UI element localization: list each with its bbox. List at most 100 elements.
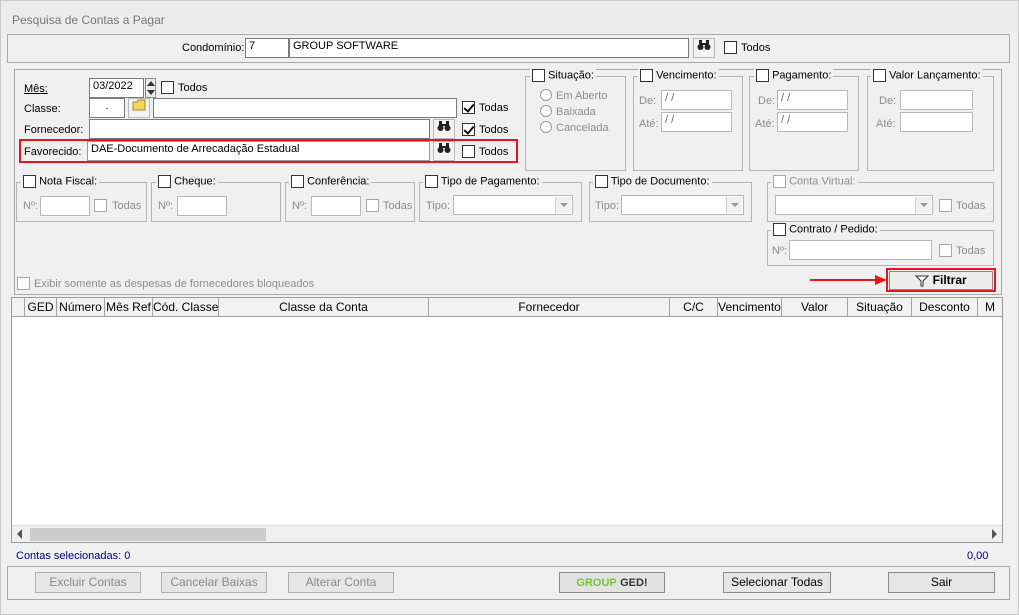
mes-spinner[interactable]: [145, 78, 156, 98]
grid-header: GED Número Mês Ref Cód. Classe Classe da…: [12, 298, 1002, 317]
cheque-checkbox[interactable]: [158, 175, 171, 188]
nota-fiscal-input[interactable]: [40, 196, 90, 216]
contrato-checkbox[interactable]: [773, 223, 786, 236]
contrato-title-text: Contrato / Pedido:: [789, 223, 878, 236]
scroll-thumb[interactable]: [30, 528, 266, 541]
situacao-option-2: Cancelada: [556, 122, 609, 134]
grid-col-cod-classe[interactable]: Cód. Classe: [153, 298, 219, 316]
situacao-title-text: Situação:: [548, 69, 594, 82]
binoculars-icon[interactable]: [433, 141, 455, 161]
vencimento-ate-input[interactable]: / /: [661, 112, 732, 132]
situacao-radio-baixada[interactable]: [540, 105, 552, 117]
contrato-todas-checkbox[interactable]: [939, 244, 952, 257]
classe-name-input[interactable]: [153, 98, 457, 118]
bloqueados-checkbox[interactable]: [17, 277, 30, 290]
conferencia-checkbox[interactable]: [291, 175, 304, 188]
favorecido-todos-label: Todos: [479, 146, 509, 158]
vencimento-de-input[interactable]: / /: [661, 90, 732, 110]
fornecedor-input[interactable]: [89, 119, 430, 139]
conferencia-todas-label: Todas: [383, 200, 413, 212]
pagamento-checkbox[interactable]: [756, 69, 769, 82]
selecionar-todas-button[interactable]: Selecionar Todas: [723, 572, 831, 593]
grid-col-situacao[interactable]: Situação: [848, 298, 912, 316]
situacao-radio-em-aberto[interactable]: [540, 89, 552, 101]
grid-col-m[interactable]: M: [978, 298, 1002, 316]
mes-input[interactable]: 03/2022: [89, 78, 144, 98]
situacao-radio-cancelada[interactable]: [540, 121, 552, 133]
grid-col-cc[interactable]: C/C: [670, 298, 718, 316]
grid-col-vencimento[interactable]: Vencimento: [718, 298, 782, 316]
tipo-documento-title-text: Tipo de Documento:: [610, 175, 710, 188]
classe-label: Classe:: [24, 103, 61, 115]
tipo-documento-select[interactable]: [621, 195, 744, 215]
group-ged-logo-b: GED!: [620, 577, 648, 589]
contrato-title: Contrato / Pedido:: [771, 223, 880, 236]
grid-col-mes-ref[interactable]: Mês Ref: [105, 298, 153, 316]
folder-icon[interactable]: [128, 98, 150, 118]
contrato-input[interactable]: [789, 240, 932, 260]
binoculars-icon[interactable]: [693, 38, 715, 58]
conta-virtual-select[interactable]: [775, 195, 933, 215]
grid-col-ged[interactable]: GED: [25, 298, 57, 316]
tipo-pagamento-select[interactable]: [453, 195, 573, 215]
grid-col-classe-conta[interactable]: Classe da Conta: [219, 298, 429, 316]
cancelar-baixas-button[interactable]: Cancelar Baixas: [161, 572, 267, 593]
valor-de-input[interactable]: [900, 90, 973, 110]
classe-todas-label: Todas: [479, 102, 509, 114]
condominio-code-input[interactable]: 7: [245, 38, 289, 58]
classe-todas-checkbox[interactable]: [462, 101, 475, 114]
situacao-checkbox[interactable]: [532, 69, 545, 82]
cheque-no-label: Nº:: [158, 200, 174, 212]
grid-col-valor[interactable]: Valor: [782, 298, 848, 316]
scroll-left-icon[interactable]: [17, 529, 22, 539]
conta-virtual-todas-label: Todas: [956, 200, 986, 212]
vencimento-title-text: Vencimento:: [656, 69, 717, 82]
chevron-down-icon[interactable]: [915, 197, 931, 213]
mes-todos-checkbox[interactable]: [161, 81, 174, 94]
pagamento-ate-input[interactable]: / /: [777, 112, 848, 132]
sair-button[interactable]: Sair: [888, 572, 995, 593]
conta-virtual-title-text: Conta Virtual:: [789, 175, 856, 188]
cheque-input[interactable]: [177, 196, 227, 216]
pagamento-ate-label: Até:: [755, 118, 775, 130]
favorecido-todos-checkbox[interactable]: [462, 145, 475, 158]
valor-checkbox[interactable]: [873, 69, 886, 82]
alterar-conta-button[interactable]: Alterar Conta: [288, 572, 394, 593]
nota-fiscal-checkbox[interactable]: [23, 175, 36, 188]
filtrar-button[interactable]: Filtrar: [889, 271, 993, 290]
nota-fiscal-todas-checkbox[interactable]: [94, 199, 107, 212]
spin-up-icon[interactable]: [147, 81, 155, 86]
condominio-todos-checkbox[interactable]: [724, 41, 737, 54]
spin-down-icon[interactable]: [147, 90, 155, 95]
fornecedor-todos-checkbox[interactable]: [462, 123, 475, 136]
scroll-right-icon[interactable]: [992, 529, 997, 539]
excluir-contas-button[interactable]: Excluir Contas: [35, 572, 141, 593]
chevron-down-icon[interactable]: [726, 197, 742, 213]
conta-virtual-todas-checkbox[interactable]: [939, 199, 952, 212]
condominio-name-input[interactable]: GROUP SOFTWARE: [289, 38, 689, 58]
contas-grid[interactable]: GED Número Mês Ref Cód. Classe Classe da…: [11, 297, 1003, 543]
grid-col-numero[interactable]: Número: [57, 298, 105, 316]
pagamento-title-text: Pagamento:: [772, 69, 832, 82]
vencimento-de-label: De:: [639, 95, 657, 107]
valor-ate-input[interactable]: [900, 112, 973, 132]
conta-virtual-checkbox[interactable]: [773, 175, 786, 188]
chevron-down-icon[interactable]: [555, 197, 571, 213]
contrato-no-label: Nº:: [772, 245, 788, 257]
grid-col-fornecedor[interactable]: Fornecedor: [429, 298, 670, 316]
grid-horizontal-scrollbar[interactable]: [12, 525, 1002, 542]
red-arrow-annotation: [810, 275, 887, 285]
vencimento-checkbox[interactable]: [640, 69, 653, 82]
conferencia-input[interactable]: [311, 196, 361, 216]
tipo-documento-checkbox[interactable]: [595, 175, 608, 188]
group-ged-button[interactable]: GROUP GED!: [559, 572, 665, 593]
conferencia-todas-checkbox[interactable]: [366, 199, 379, 212]
bottom-panel: [7, 566, 1010, 600]
pagamento-de-input[interactable]: / /: [777, 90, 848, 110]
tipo-pagamento-checkbox[interactable]: [425, 175, 438, 188]
grid-col-desconto[interactable]: Desconto: [912, 298, 978, 316]
binoculars-icon[interactable]: [433, 119, 455, 139]
classe-code-input[interactable]: .: [89, 98, 125, 118]
nota-fiscal-no-label: Nº:: [23, 200, 39, 212]
favorecido-input[interactable]: DAE-Documento de Arrecadação Estadual: [87, 141, 430, 161]
